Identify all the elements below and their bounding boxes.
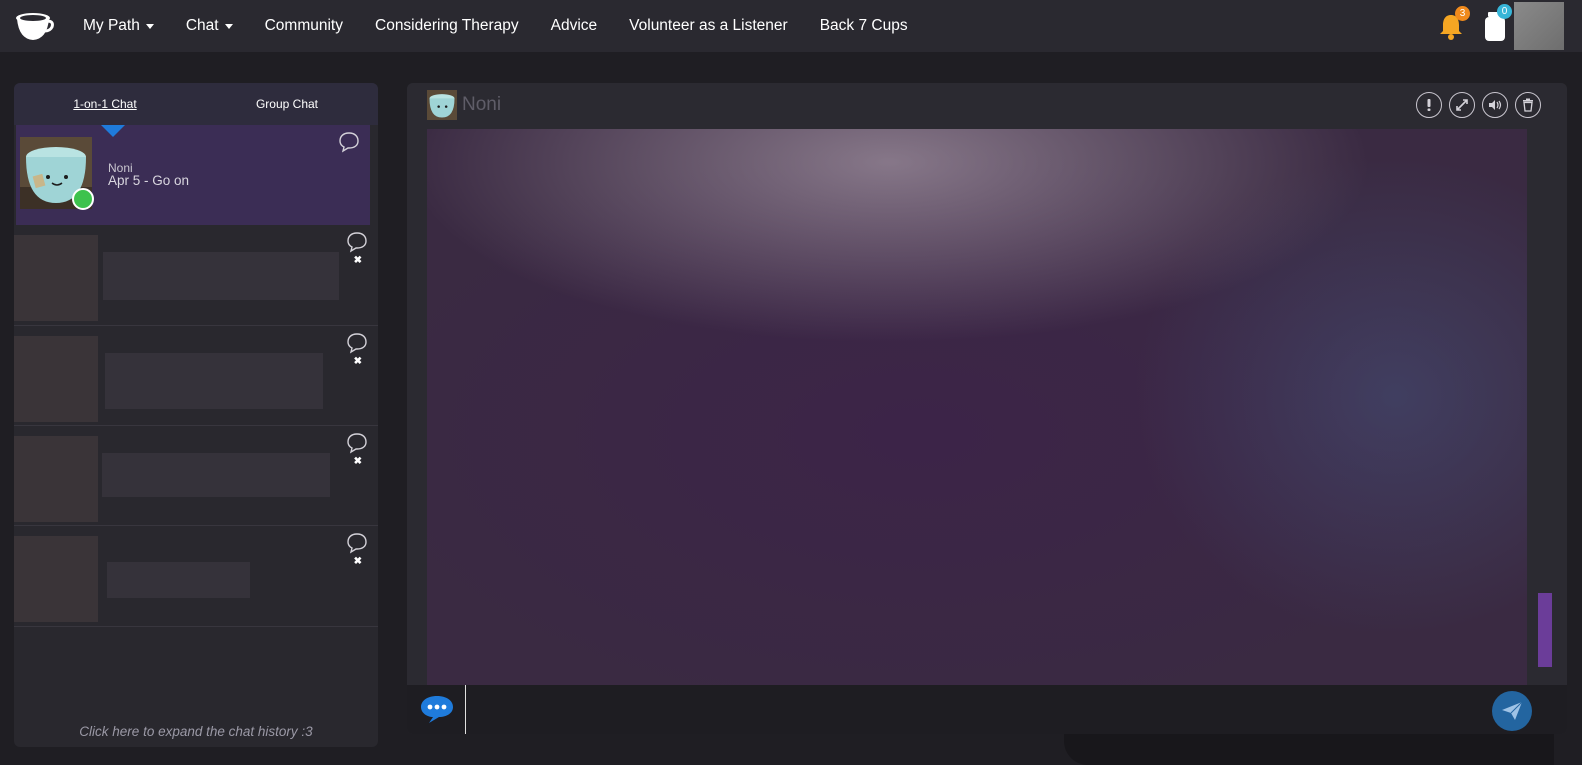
cup-logo-icon[interactable] bbox=[14, 9, 54, 43]
chat-list-item[interactable]: ✖ bbox=[14, 426, 378, 526]
notifications-badge: 3 bbox=[1455, 6, 1470, 21]
chat-preview-blurred bbox=[105, 353, 323, 409]
chevron-down-icon bbox=[145, 23, 154, 29]
expand-icon bbox=[1456, 99, 1468, 111]
chat-list-item-active[interactable]: Noni Apr 5 - Go on bbox=[16, 125, 370, 225]
chat-header-actions bbox=[1409, 92, 1541, 118]
nav-back-7-cups[interactable]: Back 7 Cups bbox=[804, 17, 924, 35]
chat-preview-blurred bbox=[107, 562, 250, 598]
nav-right-group: 3 0 bbox=[1436, 2, 1564, 50]
chat-preview-blurred bbox=[103, 252, 339, 300]
chat-input-row bbox=[407, 685, 1567, 734]
typing-indicator-icon bbox=[419, 693, 455, 725]
chat-bubble-icon[interactable] bbox=[338, 131, 360, 153]
tab-group-chat[interactable]: Group Chat bbox=[196, 97, 378, 111]
chat-bubble-icon[interactable] bbox=[346, 332, 368, 354]
jar-button[interactable]: 0 bbox=[1482, 4, 1512, 43]
chat-preview-blurred bbox=[102, 453, 330, 497]
speaker-icon bbox=[1489, 100, 1502, 110]
chat-avatar-blurred bbox=[14, 235, 98, 321]
report-button[interactable] bbox=[1416, 92, 1442, 118]
remove-chat-icon[interactable]: ✖ bbox=[354, 556, 362, 567]
chat-preview-text: Apr 5 - Go on bbox=[108, 173, 190, 188]
chat-partner-avatar[interactable] bbox=[427, 90, 457, 120]
top-navbar: My Path Chat Community Considering Thera… bbox=[0, 0, 1582, 52]
chat-avatar-blurred bbox=[14, 436, 98, 522]
trash-icon bbox=[1523, 98, 1533, 112]
nav-my-path[interactable]: My Path bbox=[67, 17, 170, 35]
nav-chat[interactable]: Chat bbox=[170, 17, 249, 35]
chevron-down-icon bbox=[224, 23, 233, 29]
chat-list-item[interactable]: ✖ bbox=[14, 225, 378, 326]
remove-chat-icon[interactable]: ✖ bbox=[354, 356, 362, 367]
sound-button[interactable] bbox=[1482, 92, 1508, 118]
nav-back-7-cups-label: Back 7 Cups bbox=[819, 17, 908, 34]
bottom-panel-tab bbox=[1064, 734, 1554, 765]
online-status-indicator bbox=[72, 188, 94, 210]
chat-scrollbar[interactable] bbox=[1538, 593, 1552, 667]
nav-considering-therapy[interactable]: Considering Therapy bbox=[359, 17, 535, 35]
nav-considering-therapy-label: Considering Therapy bbox=[375, 17, 519, 34]
chat-header: Noni bbox=[407, 83, 1567, 129]
remove-chat-icon[interactable]: ✖ bbox=[354, 255, 362, 266]
chat-messages-area bbox=[427, 129, 1527, 685]
nav-my-path-label: My Path bbox=[83, 17, 140, 34]
nav-advice[interactable]: Advice bbox=[535, 17, 614, 35]
chat-tabs: 1-on-1 Chat Group Chat bbox=[14, 83, 378, 137]
active-tab-pointer bbox=[101, 125, 125, 137]
chat-header-name: Noni bbox=[462, 94, 502, 115]
paper-plane-icon bbox=[1502, 701, 1523, 720]
chat-avatar-blurred bbox=[14, 536, 98, 622]
delete-button[interactable] bbox=[1515, 92, 1541, 118]
nav-menu: My Path Chat Community Considering Thera… bbox=[67, 0, 924, 52]
expand-button[interactable] bbox=[1449, 92, 1475, 118]
nav-advice-label: Advice bbox=[550, 17, 598, 34]
nav-community[interactable]: Community bbox=[249, 17, 359, 35]
nav-volunteer-label: Volunteer as a Listener bbox=[629, 17, 788, 34]
user-avatar[interactable] bbox=[1514, 2, 1564, 50]
message-input[interactable] bbox=[465, 685, 1485, 734]
chat-bubble-icon[interactable] bbox=[346, 231, 368, 253]
chat-avatar-blurred bbox=[14, 336, 98, 422]
remove-chat-icon[interactable]: ✖ bbox=[354, 456, 362, 467]
chat-bubble-icon[interactable] bbox=[346, 432, 368, 454]
nav-chat-label: Chat bbox=[185, 17, 219, 34]
tab-one-on-one-chat[interactable]: 1-on-1 Chat bbox=[14, 97, 196, 111]
chat-bubble-icon[interactable] bbox=[346, 532, 368, 554]
send-button[interactable] bbox=[1492, 691, 1532, 731]
expand-chat-history-link[interactable]: Click here to expand the chat history :3 bbox=[14, 724, 378, 739]
exclamation-icon bbox=[1427, 99, 1431, 111]
chat-list-panel: 1-on-1 Chat Group Chat Noni Apr 5 - Go o… bbox=[14, 83, 378, 747]
chat-window: Noni bbox=[407, 83, 1567, 734]
nav-volunteer[interactable]: Volunteer as a Listener bbox=[613, 17, 804, 35]
chat-list-item[interactable]: ✖ bbox=[14, 326, 378, 426]
notifications-button[interactable]: 3 bbox=[1436, 6, 1470, 41]
jar-badge: 0 bbox=[1497, 4, 1512, 19]
nav-community-label: Community bbox=[264, 17, 343, 34]
chat-list-item[interactable]: ✖ bbox=[14, 526, 378, 627]
